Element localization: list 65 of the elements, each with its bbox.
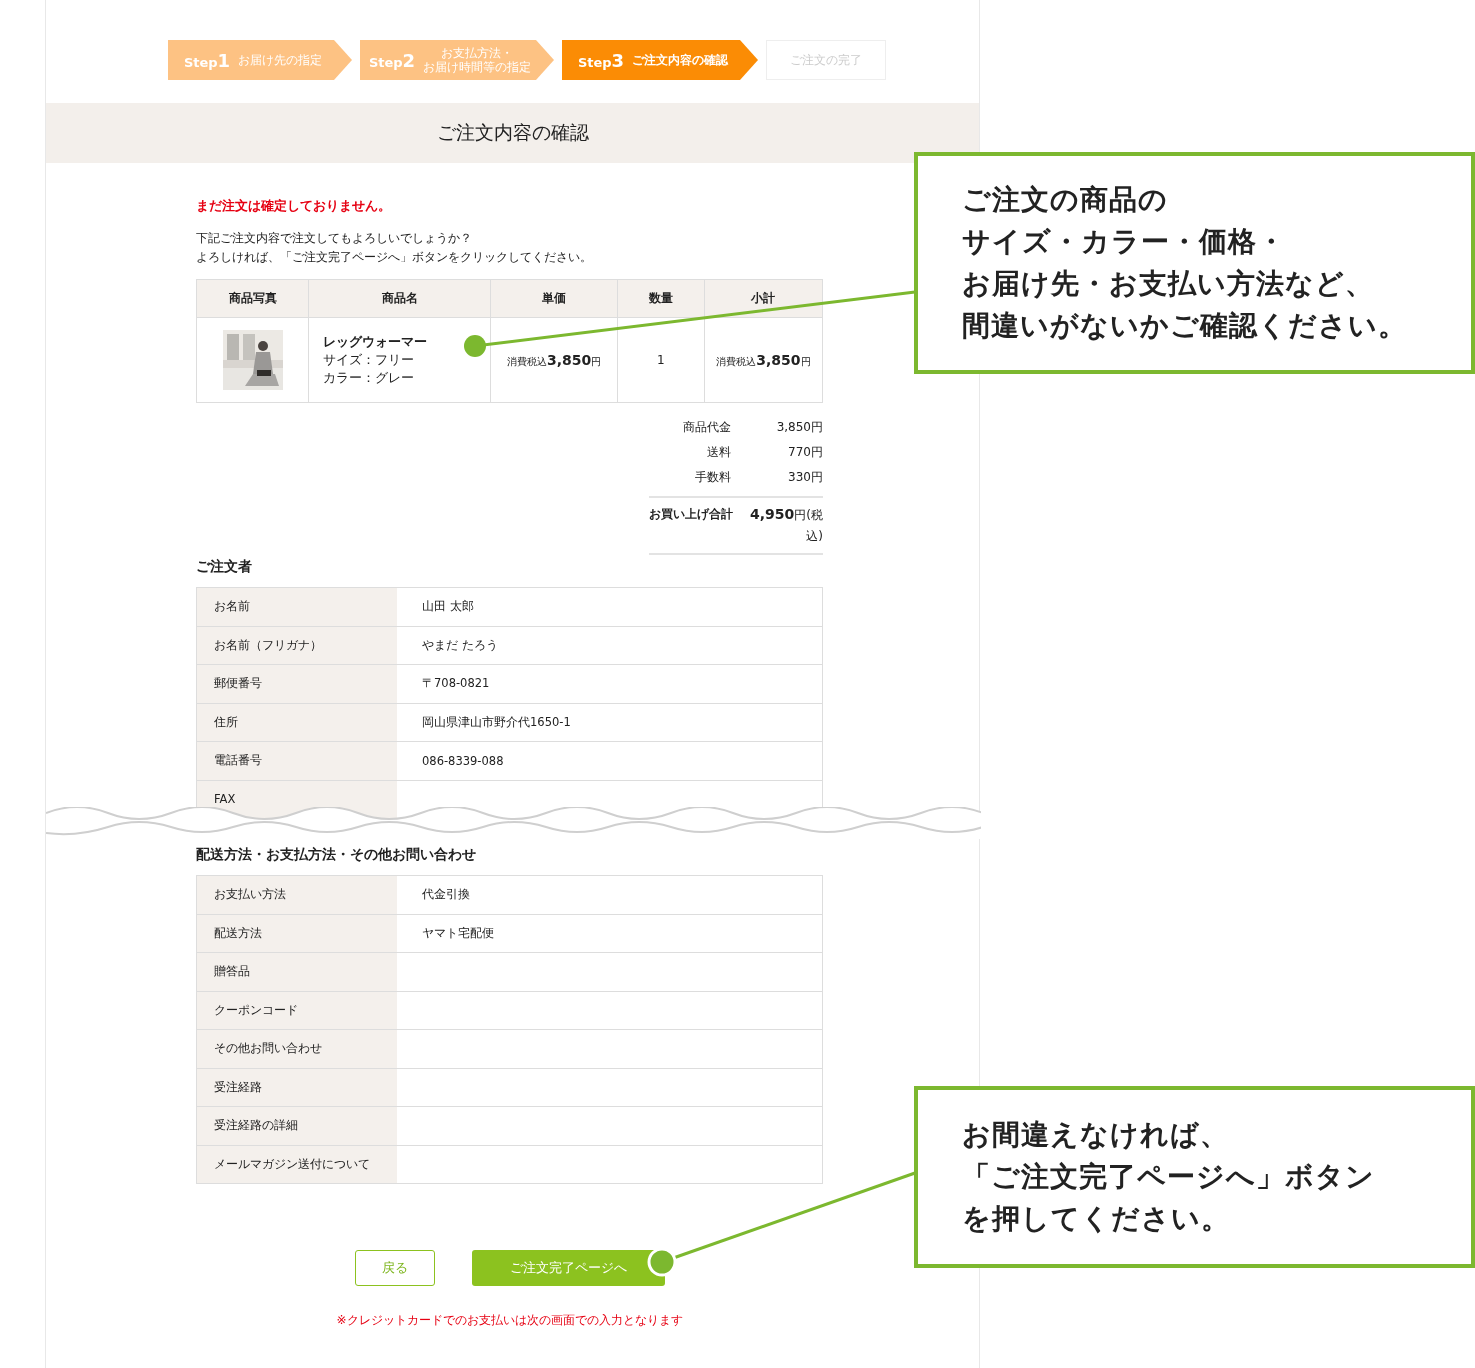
step-number: Step2 bbox=[368, 49, 416, 71]
back-button[interactable]: 戻る bbox=[355, 1250, 435, 1286]
summary-label: 送料 bbox=[706, 444, 731, 461]
field-value: やまだ たろう bbox=[422, 637, 498, 653]
field-label: 郵便番号 bbox=[214, 676, 262, 692]
field-value: 代金引換 bbox=[422, 887, 470, 903]
step-number: Step1 bbox=[183, 49, 231, 71]
callout-text: お届け先・お支払い方法など、 bbox=[962, 266, 1374, 302]
field-value: 086-8339-088 bbox=[422, 753, 504, 768]
product-name: レッグウォーマー bbox=[323, 333, 428, 351]
field-value: 〒708-0821 bbox=[422, 676, 490, 692]
field-label: お支払い方法 bbox=[214, 887, 286, 903]
callout-text: ご注文の商品の bbox=[962, 182, 1168, 218]
step-label: お支払方法・ bbox=[441, 46, 514, 60]
field-label: その他お問い合わせ bbox=[214, 1041, 322, 1057]
column-header: 数量 bbox=[617, 279, 705, 318]
intro-text: 下記ご注文内容で注文してもよろしいでしょうか？ bbox=[196, 230, 472, 247]
field-label: お名前（フリガナ） bbox=[214, 637, 322, 653]
summary-value: 3,850円 bbox=[776, 419, 823, 436]
summary-label: 手数料 bbox=[694, 469, 731, 486]
step-number: Step3 bbox=[577, 49, 625, 71]
step-label: お届け先の指定 bbox=[238, 53, 323, 67]
callout-text: を押してください。 bbox=[962, 1201, 1230, 1237]
callout-text: お間違えなければ、 bbox=[962, 1117, 1229, 1153]
subtotal: 消費税込3,850円 bbox=[716, 355, 811, 367]
section-title: ご注文者 bbox=[196, 557, 253, 575]
field-value: 山田 太郎 bbox=[422, 599, 474, 615]
section-title: 配送方法・お支払方法・その他お問い合わせ bbox=[196, 845, 477, 863]
total-value: 4,950円(税込) bbox=[749, 505, 823, 545]
column-header: 単価 bbox=[490, 279, 618, 318]
field-label: 受注経路 bbox=[214, 1079, 262, 1095]
callout-text: 「ご注文完了ページへ」ボタン bbox=[962, 1159, 1375, 1195]
field-value: ヤマト宅配便 bbox=[422, 925, 494, 941]
field-label: メールマガジン送付について bbox=[214, 1156, 370, 1172]
summary-value: 330円 bbox=[788, 469, 823, 486]
step-label: ご注文内容の確認 bbox=[632, 53, 729, 67]
field-label: クーポンコード bbox=[214, 1002, 298, 1018]
unit-price: 消費税込3,850円 bbox=[506, 355, 602, 367]
page-title: ご注文内容の確認 bbox=[436, 120, 589, 145]
warning-message: まだ注文は確定しておりません。 bbox=[196, 197, 392, 215]
callout-text: 間違いがないかご確認ください。 bbox=[962, 308, 1407, 344]
field-label: 電話番号 bbox=[214, 753, 262, 769]
column-header: 商品名 bbox=[308, 279, 491, 318]
leader-dot bbox=[464, 335, 486, 357]
field-label: 配送方法 bbox=[214, 925, 262, 941]
summary-label: 商品代金 bbox=[682, 419, 731, 436]
intro-text: よろしければ、「ご注文完了ページへ」ボタンをクリックしてください。 bbox=[196, 249, 592, 266]
product-size: サイズ：フリー bbox=[323, 351, 415, 369]
field-label: 贈答品 bbox=[214, 964, 250, 980]
field-value: 岡山県津山市野介代1650-1 bbox=[422, 714, 571, 730]
column-header: 商品写真 bbox=[196, 279, 309, 318]
field-label: 住所 bbox=[214, 714, 238, 730]
complete-order-button[interactable]: ご注文完了ページへ bbox=[472, 1250, 665, 1286]
summary-value: 770円 bbox=[788, 444, 823, 461]
credit-card-note: ※クレジットカードでのお支払いは次の画面での入力となります bbox=[335, 1312, 684, 1328]
field-label: FAX bbox=[214, 792, 236, 807]
field-label: お名前 bbox=[214, 599, 250, 615]
product-color: カラー：グレー bbox=[323, 369, 415, 387]
column-header: 小計 bbox=[704, 279, 823, 318]
quantity: 1 bbox=[656, 353, 665, 367]
field-label: 受注経路の詳細 bbox=[214, 1118, 298, 1134]
step-label: お届け時間等の指定 bbox=[423, 60, 532, 74]
leader-dot bbox=[647, 1247, 677, 1277]
total-label: お買い上げ合計 bbox=[649, 506, 733, 523]
callout-text: サイズ・カラー・価格・ bbox=[962, 224, 1286, 260]
